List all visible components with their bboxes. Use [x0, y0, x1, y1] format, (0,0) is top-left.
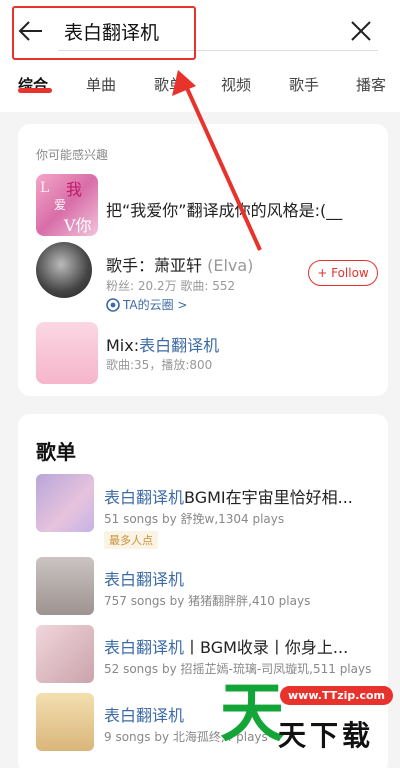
playlist-title[interactable]: 表白翻译机丨BGM收录丨你身上...	[104, 634, 380, 658]
playlist-cover[interactable]	[36, 474, 94, 532]
playlist-meta: 757 songs by 猪猪翻胖胖,410 plays	[104, 594, 311, 608]
mix-title[interactable]: Mix:表白翻译机	[106, 332, 219, 356]
search-header: 表白翻译机	[0, 0, 400, 62]
watermark-url: www.TTzip.com	[280, 686, 393, 705]
playlist-meta: 51 songs by 舒挽w,1304 plays	[104, 512, 285, 526]
active-tab-indicator	[18, 88, 52, 93]
singer-avatar[interactable]	[36, 242, 92, 298]
watermark-logo: 天 www.TTzip.com 天下载	[220, 674, 400, 768]
playlist-cover[interactable]	[36, 693, 94, 751]
mix-cover-image[interactable]	[36, 322, 98, 384]
playlist-title[interactable]: 表白翻译机	[104, 566, 380, 590]
playlist-title[interactable]: 表白翻译机BGMI在宇宙里恰好相...	[104, 484, 380, 508]
singer-cloud-link[interactable]: TA的云圈 >	[106, 296, 187, 313]
tab-playlists[interactable]: 歌单	[154, 74, 184, 95]
watermark-text: 天下载	[278, 719, 375, 752]
singer-stats: 粉丝: 20.2万 歌曲: 552	[106, 279, 236, 293]
playlist-cover[interactable]	[36, 625, 94, 683]
playlist-cover[interactable]	[36, 557, 94, 615]
close-icon[interactable]	[348, 18, 374, 44]
tab-artists[interactable]: 歌手	[289, 74, 319, 95]
recommend-header: 你可能感兴趣	[36, 148, 109, 162]
recommend-cover-image[interactable]: L 我 爱 V你	[36, 174, 98, 236]
tab-podcasts[interactable]: 播客	[356, 74, 386, 95]
mix-stats: 歌曲:35，播放:800	[106, 358, 213, 372]
follow-button[interactable]: + Follow	[308, 260, 378, 286]
search-tabs: 综合 单曲 歌单 视频 歌手 播客	[0, 62, 400, 112]
recommend-card: 你可能感兴趣 L 我 爱 V你 把“我爱你”翻译成你的风格是:(__ 歌手：萧亚…	[18, 124, 388, 396]
cloud-circle-icon	[106, 297, 120, 312]
watermark-big-char: 天	[220, 677, 284, 751]
singer-name[interactable]: 歌手：萧亚轩 (Elva)	[106, 252, 253, 276]
tab-songs[interactable]: 单曲	[86, 74, 116, 95]
annotation-highlight-box	[12, 6, 196, 60]
tab-videos[interactable]: 视频	[221, 74, 251, 95]
popular-badge: 最多人点	[104, 531, 158, 549]
recommend-item-title[interactable]: 把“我爱你”翻译成你的风格是:(__	[106, 197, 376, 221]
playlists-header: 歌单	[36, 440, 76, 464]
